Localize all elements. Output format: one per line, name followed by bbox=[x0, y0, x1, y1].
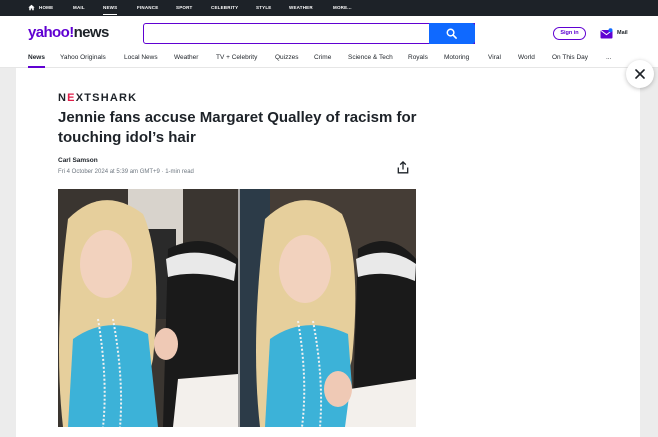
topbar-link-finance[interactable]: FINANCE bbox=[137, 0, 158, 16]
search-box[interactable] bbox=[143, 23, 475, 44]
source-logo-n: N bbox=[58, 92, 68, 104]
search-input[interactable] bbox=[150, 27, 420, 40]
article-image[interactable] bbox=[58, 189, 416, 427]
nav-item-weather[interactable]: Weather bbox=[174, 54, 198, 61]
source-logo[interactable]: NEXTSHARK bbox=[58, 92, 137, 104]
topbar-link-news[interactable]: NEWS bbox=[103, 0, 118, 16]
nav-item-tv-celebrity[interactable]: TV + Celebrity bbox=[216, 54, 257, 61]
home-icon bbox=[28, 4, 35, 11]
close-button[interactable] bbox=[626, 60, 654, 88]
nav-item-on-this-day[interactable]: On This Day bbox=[552, 54, 588, 61]
mail-label[interactable]: Mail bbox=[617, 30, 628, 36]
close-icon bbox=[635, 69, 645, 79]
image-frame-right bbox=[240, 189, 416, 427]
logo-yahoo: yahoo bbox=[28, 24, 70, 41]
article-image-illustration bbox=[58, 189, 416, 427]
topbar-link-style[interactable]: STYLE bbox=[256, 0, 272, 16]
topbar-link-mail[interactable]: MAIL bbox=[73, 0, 85, 16]
nav-item-motoring[interactable]: Motoring bbox=[444, 54, 469, 61]
article-headline: Jennie fans accuse Margaret Qualley of r… bbox=[58, 109, 417, 146]
nav-item-quizzes[interactable]: Quizzes bbox=[275, 54, 298, 61]
nav-item-viral[interactable]: Viral bbox=[488, 54, 501, 61]
yahoo-news-logo[interactable]: yahoo!news bbox=[28, 24, 109, 42]
topbar-link-celebrity[interactable]: CELEBRITY bbox=[211, 0, 238, 16]
site-header: yahoo!news Sign in Mail bbox=[0, 16, 658, 48]
article-meta: Fri 4 October 2024 at 5:39 am GMT+9 · 1-… bbox=[58, 169, 194, 175]
nav-item-news[interactable]: News bbox=[28, 54, 45, 68]
nav-item-more[interactable]: ... bbox=[606, 54, 611, 61]
top-bar: HOME MAIL NEWS FINANCE SPORT CELEBRITY S… bbox=[0, 0, 658, 16]
nav-item-world[interactable]: World bbox=[518, 54, 535, 61]
sign-in-button[interactable]: Sign in bbox=[553, 27, 586, 40]
search-icon bbox=[446, 28, 457, 39]
source-logo-e: E bbox=[67, 92, 76, 104]
logo-news: news bbox=[73, 24, 110, 41]
source-logo-rest: XTSHARK bbox=[75, 92, 138, 104]
nav-item-crime[interactable]: Crime bbox=[314, 54, 331, 61]
topbar-link-sport[interactable]: SPORT bbox=[176, 0, 193, 16]
topbar-link-weather[interactable]: WEATHER bbox=[289, 0, 313, 16]
share-icon[interactable] bbox=[397, 161, 409, 174]
mail-icon[interactable] bbox=[600, 28, 613, 39]
article-author[interactable]: Carl Samson bbox=[58, 157, 98, 164]
section-nav: News Yahoo Originals Local News Weather … bbox=[0, 48, 658, 68]
search-button[interactable] bbox=[429, 23, 475, 44]
nav-item-yahoo-originals[interactable]: Yahoo Originals bbox=[60, 54, 106, 61]
nav-item-local-news[interactable]: Local News bbox=[124, 54, 158, 61]
nav-item-science-tech[interactable]: Science & Tech bbox=[348, 54, 393, 61]
topbar-link-more[interactable]: MORE... bbox=[333, 0, 352, 16]
image-frame-left bbox=[58, 189, 238, 427]
topbar-link-home[interactable]: HOME bbox=[39, 0, 53, 16]
nav-item-royals[interactable]: Royals bbox=[408, 54, 428, 61]
